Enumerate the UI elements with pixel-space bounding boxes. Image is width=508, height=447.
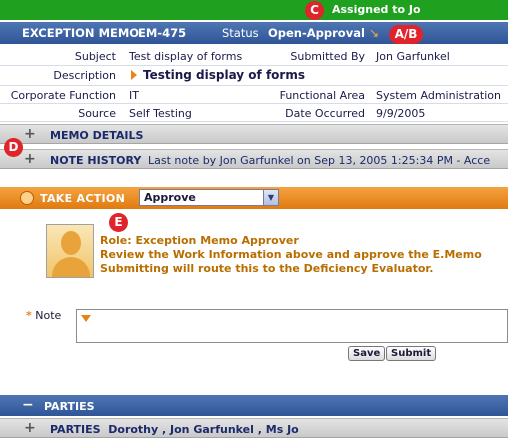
date-occurred-value: 9/9/2005 (376, 107, 426, 120)
memo-details-label: MEMO DETAILS (50, 129, 144, 142)
action-select[interactable]: Approve ▼ (139, 189, 279, 206)
status-label: Status (222, 26, 259, 40)
save-button[interactable]: Save (348, 346, 386, 361)
required-marker: * (26, 309, 32, 322)
memo-id: EM-475 (138, 26, 187, 40)
subject-label: Subject (74, 50, 116, 63)
expand-plus-icon[interactable]: + (24, 126, 36, 142)
role-instruction: Review the Work Information above and ap… (100, 248, 482, 261)
last-note-text: Last note by Jon Garfunkel on Sep 13, 20… (148, 154, 491, 167)
detail-row-function: Corporate Function IT Functional Area Sy… (0, 86, 508, 104)
status-value: Open-Approval (268, 26, 365, 40)
date-occurred-label: Date Occurred (285, 107, 365, 120)
detail-row-description: Description Testing display of forms (0, 66, 508, 86)
parties-section-label: PARTIES (44, 400, 95, 413)
note-dropdown-icon[interactable] (81, 315, 91, 322)
take-action-label: TAKE ACTION (40, 192, 126, 205)
submitted-by-label: Submitted By (290, 50, 365, 63)
note-history-label: NOTE HISTORY (50, 154, 142, 167)
collapse-minus-icon[interactable]: − (22, 397, 34, 413)
parties-row[interactable]: + PARTIES Dorothy , Jon Garfunkel , Ms J… (0, 418, 508, 438)
note-history-section[interactable]: + NOTE HISTORY Last note by Jon Garfunke… (0, 149, 508, 169)
functional-area-value: System Administration (376, 89, 502, 102)
status-change-arrow-icon[interactable]: ↘ (369, 26, 379, 40)
user-avatar (46, 224, 94, 278)
annotation-marker-c: C (305, 1, 324, 20)
source-value: Self Testing (129, 107, 192, 120)
action-gear-icon (20, 191, 34, 205)
subject-value: Test display of forms (129, 50, 243, 63)
detail-row-source: Source Self Testing Date Occurred 9/9/20… (0, 104, 508, 122)
detail-row-subject: Subject Test display of forms Submitted … (0, 48, 508, 66)
avatar-head (61, 231, 81, 255)
note-label: * Note (26, 309, 62, 322)
parties-section-header[interactable]: − PARTIES (0, 395, 508, 416)
corporate-function-value: IT (129, 89, 139, 102)
assignment-bar: Assigned to Jo (0, 0, 508, 20)
role-title: Role: Exception Memo Approver (100, 234, 299, 247)
note-textarea[interactable] (76, 309, 508, 343)
expand-plus-icon[interactable]: + (24, 151, 36, 167)
annotation-marker-e: E (109, 213, 128, 232)
description-label: Description (53, 69, 116, 82)
memo-header: EXCEPTION MEMO EM-475 Status Open-Approv… (0, 22, 508, 44)
action-select-value: Approve (144, 191, 196, 204)
submitted-by-value: Jon Garfunkel (376, 50, 450, 63)
memo-title: EXCEPTION MEMO (22, 26, 140, 40)
submit-button[interactable]: Submit (386, 346, 437, 361)
parties-list: PARTIES Dorothy , Jon Garfunkel , Ms Jo (50, 423, 299, 436)
annotation-marker-ab: A/B (389, 25, 423, 44)
chevron-down-icon[interactable]: ▼ (263, 190, 278, 205)
annotation-marker-d: D (4, 138, 23, 157)
functional-area-label: Functional Area (279, 89, 365, 102)
role-routing-note: Submitting will route this to the Defici… (100, 262, 434, 275)
assigned-to-text: Assigned to Jo (332, 3, 421, 16)
memo-details-section[interactable]: + MEMO DETAILS (0, 124, 508, 144)
source-label: Source (78, 107, 116, 120)
avatar-body (52, 257, 90, 277)
expand-plus-icon[interactable]: + (24, 420, 36, 436)
expand-arrow-icon[interactable] (131, 70, 137, 80)
corporate-function-label: Corporate Function (10, 89, 116, 102)
description-value: Testing display of forms (131, 68, 305, 82)
